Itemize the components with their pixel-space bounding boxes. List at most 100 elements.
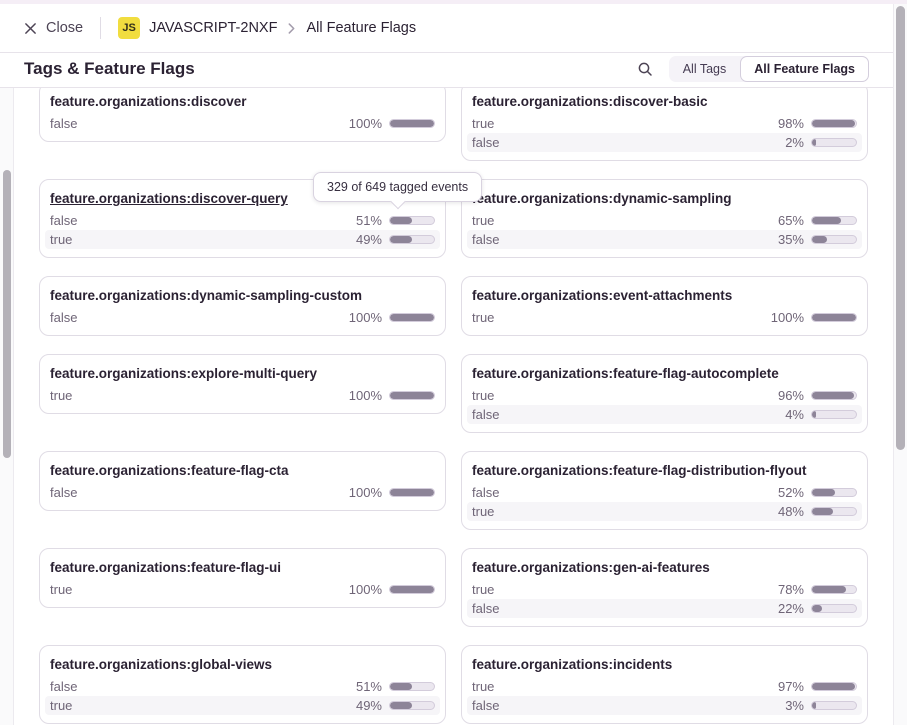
feature-flag-card: feature.organizations:dynamic-sampling-c… (39, 276, 446, 336)
flag-value-percent: 52% (778, 485, 804, 500)
chevron-right-icon (286, 23, 297, 34)
flag-distribution-fill (812, 120, 855, 127)
flag-value-key: false (50, 679, 356, 694)
tab-all-tags[interactable]: All Tags (669, 56, 741, 82)
flag-distribution-bar (389, 391, 435, 400)
flag-distribution-bar (811, 391, 857, 400)
page-title: Tags & Feature Flags (24, 59, 195, 79)
flag-distribution-bar (389, 235, 435, 244)
feature-flag-name[interactable]: feature.organizations:gen-ai-features (472, 557, 857, 578)
left-scrollbar-thumb[interactable] (3, 170, 11, 458)
flag-value-row[interactable]: false52% (467, 483, 862, 502)
flag-value-percent: 100% (349, 310, 382, 325)
feature-flag-name[interactable]: feature.organizations:discover-basic (472, 91, 857, 112)
close-button[interactable]: Close (24, 20, 83, 36)
feature-flag-name[interactable]: feature.organizations:explore-multi-quer… (50, 363, 435, 384)
tab-all-feature-flags[interactable]: All Feature Flags (740, 56, 869, 82)
feature-flag-name[interactable]: feature.organizations:feature-flag-distr… (472, 460, 857, 481)
flag-value-percent: 98% (778, 116, 804, 131)
flag-value-row[interactable]: true49% (45, 696, 440, 715)
flag-value-row[interactable]: false51% (45, 677, 440, 696)
flag-distribution-fill (390, 702, 412, 709)
flag-value-percent: 48% (778, 504, 804, 519)
header-actions: All Tags All Feature Flags (635, 56, 869, 82)
breadcrumb-project[interactable]: JAVASCRIPT-2NXF (149, 20, 277, 36)
flag-value-row[interactable]: false4% (467, 405, 862, 424)
flag-distribution-bar (811, 313, 857, 322)
flag-distribution-bar (811, 138, 857, 147)
feature-flag-name[interactable]: feature.organizations:feature-flag-cta (50, 460, 435, 481)
search-button[interactable] (635, 59, 655, 79)
right-scrollbar-track[interactable] (893, 4, 907, 725)
flag-value-row[interactable]: false100% (45, 308, 440, 327)
flag-value-percent: 100% (349, 116, 382, 131)
feature-flag-card: feature.organizations:event-attachments t… (461, 276, 868, 336)
feature-flag-name[interactable]: feature.organizations:event-attachments (472, 285, 857, 306)
flag-value-row[interactable]: false51% (45, 211, 440, 230)
flag-value-row[interactable]: true65% (467, 211, 862, 230)
flag-value-row[interactable]: false3% (467, 696, 862, 715)
flag-distribution-bar (389, 682, 435, 691)
flag-value-key: false (472, 232, 778, 247)
flag-value-key: false (50, 213, 356, 228)
flag-distribution-bar (811, 119, 857, 128)
flag-distribution-bar (389, 585, 435, 594)
feature-flag-card: feature.organizations:discover-basic true… (461, 88, 868, 161)
flag-value-row[interactable]: true98% (467, 114, 862, 133)
feature-flag-name[interactable]: feature.organizations:dynamic-sampling (472, 188, 857, 209)
flag-value-key: false (472, 698, 785, 713)
flag-distribution-fill (812, 702, 816, 709)
flag-distribution-fill (390, 683, 412, 690)
flag-value-key: true (50, 388, 349, 403)
flag-value-row[interactable]: true49% (45, 230, 440, 249)
feature-flag-name[interactable]: feature.organizations:feature-flag-autoc… (472, 363, 857, 384)
flag-value-key: false (472, 601, 778, 616)
feature-flag-name[interactable]: feature.organizations:incidents (472, 654, 857, 675)
feature-flag-name[interactable]: feature.organizations:global-views (50, 654, 435, 675)
flag-distribution-fill (812, 139, 816, 146)
feature-flag-name[interactable]: feature.organizations:dynamic-sampling-c… (50, 285, 435, 306)
flag-value-row[interactable]: true100% (45, 386, 440, 405)
panel-header: Tags & Feature Flags All Tags All Featur… (0, 53, 907, 88)
flag-value-key: false (472, 135, 785, 150)
flag-value-key: true (50, 582, 349, 597)
flag-value-percent: 49% (356, 698, 382, 713)
flag-value-row[interactable]: true97% (467, 677, 862, 696)
flag-value-row[interactable]: false100% (45, 483, 440, 502)
flag-value-row[interactable]: true78% (467, 580, 862, 599)
flag-value-percent: 65% (778, 213, 804, 228)
feature-flag-card: feature.organizations:explore-multi-quer… (39, 354, 446, 414)
tagged-events-tooltip: 329 of 649 tagged events (313, 172, 482, 202)
flag-value-row[interactable]: true100% (45, 580, 440, 599)
flag-value-key: true (472, 679, 778, 694)
flag-value-key: false (50, 310, 349, 325)
flag-value-row[interactable]: true48% (467, 502, 862, 521)
feature-flag-card: feature.organizations:incidentstrue97%fa… (461, 645, 868, 724)
flag-value-row[interactable]: true96% (467, 386, 862, 405)
flag-value-key: true (472, 116, 778, 131)
left-scrollbar-track[interactable] (0, 88, 14, 725)
flag-value-percent: 22% (778, 601, 804, 616)
flag-value-row[interactable]: false22% (467, 599, 862, 618)
breadcrumb-page: All Feature Flags (306, 20, 416, 36)
flag-distribution-bar (811, 604, 857, 613)
flag-value-key: true (472, 213, 778, 228)
close-icon (24, 22, 37, 35)
feature-flag-name[interactable]: feature.organizations:feature-flag-ui (50, 557, 435, 578)
flag-value-percent: 97% (778, 679, 804, 694)
flag-value-row[interactable]: false35% (467, 230, 862, 249)
search-icon (637, 61, 653, 77)
flag-distribution-bar (811, 410, 857, 419)
flag-value-key: false (50, 485, 349, 500)
flag-value-row[interactable]: false2% (467, 133, 862, 152)
flag-distribution-bar (811, 682, 857, 691)
flag-value-row[interactable]: false100% (45, 114, 440, 133)
flag-value-key: false (50, 116, 349, 131)
flag-value-percent: 96% (778, 388, 804, 403)
feature-flag-card: feature.organizations:global-views false5… (39, 645, 446, 724)
flag-value-key: true (50, 232, 356, 247)
right-scrollbar-thumb[interactable] (896, 6, 905, 450)
feature-flag-name[interactable]: feature.organizations:discover (50, 91, 435, 112)
flag-value-row[interactable]: true100% (467, 308, 862, 327)
feature-flag-card: feature.organizations:feature-flag-cta fa… (39, 451, 446, 511)
